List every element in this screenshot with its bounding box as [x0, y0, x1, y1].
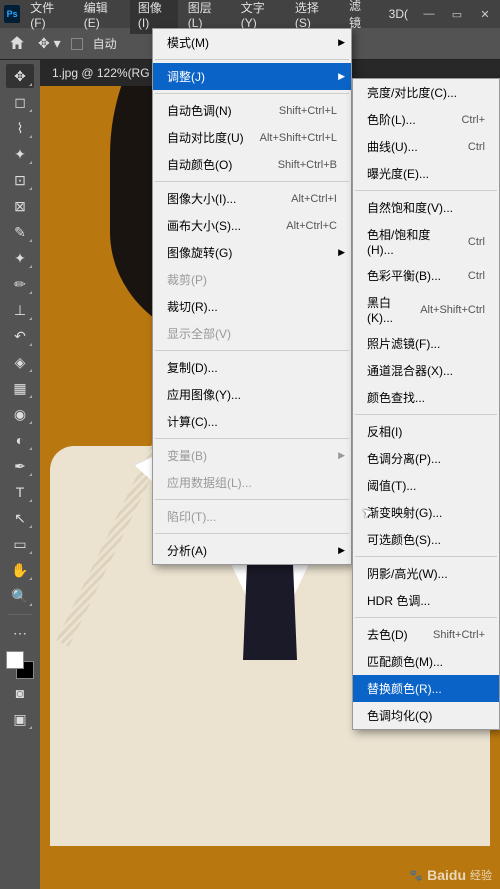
menu-calculations[interactable]: 计算(C)...: [153, 408, 351, 435]
auto-checkbox[interactable]: [71, 38, 83, 50]
menu-color-balance[interactable]: 色彩平衡(B)...Ctrl: [353, 262, 499, 289]
menu-gradient-map[interactable]: 渐变映射(G)...: [353, 499, 499, 526]
history-brush-tool[interactable]: ↶: [6, 324, 34, 348]
blur-tool[interactable]: ◉: [6, 402, 34, 426]
tab-label[interactable]: 1.jpg @ 122%(RG: [52, 66, 150, 80]
color-swatches[interactable]: [6, 651, 34, 679]
menu-invert[interactable]: 反相(I): [353, 418, 499, 445]
menu-curves[interactable]: 曲线(U)...Ctrl: [353, 133, 499, 160]
app-logo: Ps: [4, 5, 20, 23]
type-tool[interactable]: T: [6, 480, 34, 504]
auto-label: 自动: [93, 35, 117, 52]
menu-hdr-toning[interactable]: HDR 色调...: [353, 587, 499, 614]
menu-analysis[interactable]: 分析(A)▶: [153, 537, 351, 564]
menu-auto-color[interactable]: 自动颜色(O)Shift+Ctrl+B: [153, 151, 351, 178]
fg-color-swatch[interactable]: [6, 651, 24, 669]
frame-tool[interactable]: ⊠: [6, 194, 34, 218]
menu-duplicate[interactable]: 复制(D)...: [153, 354, 351, 381]
path-tool[interactable]: ↖: [6, 506, 34, 530]
menu-adjustments[interactable]: 调整(J)▶: [153, 63, 351, 90]
menu-apply-dataset: 应用数据组(L)...: [153, 469, 351, 496]
crop-tool[interactable]: ⊡: [6, 168, 34, 192]
menu-trap: 陷印(T)...: [153, 503, 351, 530]
home-icon[interactable]: [8, 34, 28, 54]
eyedropper-tool[interactable]: ✎: [6, 220, 34, 244]
menu-channel-mixer[interactable]: 通道混合器(X)...: [353, 357, 499, 384]
menu-black-white[interactable]: 黑白(K)...Alt+Shift+Ctrl: [353, 289, 499, 330]
lasso-tool[interactable]: ⌇: [6, 116, 34, 140]
menu-brightness[interactable]: 亮度/对比度(C)...: [353, 79, 499, 106]
minimize-icon[interactable]: —: [418, 7, 440, 21]
magic-wand-tool[interactable]: ✦: [6, 142, 34, 166]
dodge-tool[interactable]: ◐: [6, 428, 34, 452]
menu-levels[interactable]: 色阶(L)...Ctrl+: [353, 106, 499, 133]
menu-equalize[interactable]: 色调均化(Q): [353, 702, 499, 729]
watermark-logo-icon: 🐾: [409, 869, 423, 882]
move-tool[interactable]: ✥: [6, 64, 34, 88]
quick-mask[interactable]: ◙: [6, 681, 34, 705]
move-tool-icon[interactable]: ✥ ▾: [38, 35, 61, 52]
menu-trim[interactable]: 裁切(R)...: [153, 293, 351, 320]
marquee-tool[interactable]: ◻: [6, 90, 34, 114]
watermark: 🐾 Baidu 经验: [409, 867, 492, 883]
eraser-tool[interactable]: ◈: [6, 350, 34, 374]
image-menu-dropdown: 模式(M)▶ 调整(J)▶ 自动色调(N)Shift+Ctrl+L 自动对比度(…: [152, 28, 352, 565]
gradient-tool[interactable]: ▦: [6, 376, 34, 400]
toolbox: ✥ ◻ ⌇ ✦ ⊡ ⊠ ✎ ✦ ✏ ⊥ ↶ ◈ ▦ ◉ ◐ ✒ T ↖ ▭ ✋ …: [0, 60, 40, 889]
adjustments-submenu: 亮度/对比度(C)... 色阶(L)...Ctrl+ 曲线(U)...Ctrl …: [352, 78, 500, 730]
menu-variables: 变量(B)▶: [153, 442, 351, 469]
menu-match-color[interactable]: 匹配颜色(M)...: [353, 648, 499, 675]
brush-tool[interactable]: ✏: [6, 272, 34, 296]
menu-posterize[interactable]: 色调分离(P)...: [353, 445, 499, 472]
menu-selective-color[interactable]: 可选颜色(S)...: [353, 526, 499, 553]
menu-crop: 裁剪(P): [153, 266, 351, 293]
menu-shadow-highlight[interactable]: 阴影/高光(W)...: [353, 560, 499, 587]
stamp-tool[interactable]: ⊥: [6, 298, 34, 322]
menu-3d[interactable]: 3D(: [381, 3, 416, 25]
menu-replace-color[interactable]: 替换颜色(R)...: [353, 675, 499, 702]
menu-canvas-size[interactable]: 画布大小(S)...Alt+Ctrl+C: [153, 212, 351, 239]
zoom-tool[interactable]: 🔍: [6, 584, 34, 608]
menu-auto-contrast[interactable]: 自动对比度(U)Alt+Shift+Ctrl+L: [153, 124, 351, 151]
menu-photo-filter[interactable]: 照片滤镜(F)...: [353, 330, 499, 357]
healing-tool[interactable]: ✦: [6, 246, 34, 270]
menu-auto-tone[interactable]: 自动色调(N)Shift+Ctrl+L: [153, 97, 351, 124]
menu-threshold[interactable]: 阈值(T)...: [353, 472, 499, 499]
hand-tool[interactable]: ✋: [6, 558, 34, 582]
menu-vibrance[interactable]: 自然饱和度(V)...: [353, 194, 499, 221]
menu-mode[interactable]: 模式(M)▶: [153, 29, 351, 56]
menu-exposure[interactable]: 曝光度(E)...: [353, 160, 499, 187]
close-icon[interactable]: ✕: [474, 7, 496, 21]
menu-file[interactable]: 文件(F): [22, 0, 74, 34]
menu-reveal-all: 显示全部(V): [153, 320, 351, 347]
pen-tool[interactable]: ✒: [6, 454, 34, 478]
menu-image-size[interactable]: 图像大小(I)...Alt+Ctrl+I: [153, 185, 351, 212]
title-bar: Ps 文件(F) 编辑(E) 图像(I) 图层(L) 文字(Y) 选择(S) 滤…: [0, 0, 500, 28]
shape-tool[interactable]: ▭: [6, 532, 34, 556]
screen-mode[interactable]: ▣: [6, 707, 34, 731]
menu-color-lookup[interactable]: 颜色查找...: [353, 384, 499, 411]
menu-desaturate[interactable]: 去色(D)Shift+Ctrl+: [353, 621, 499, 648]
menu-apply-image[interactable]: 应用图像(Y)...: [153, 381, 351, 408]
edit-toolbar[interactable]: ⋯: [6, 621, 34, 645]
maximize-icon[interactable]: ▭: [446, 7, 468, 21]
window-controls: — ▭ ✕: [418, 7, 496, 21]
menu-edit[interactable]: 编辑(E): [76, 0, 128, 34]
menu-hue-saturation[interactable]: 色相/饱和度(H)...Ctrl: [353, 221, 499, 262]
menu-image-rotation[interactable]: 图像旋转(G)▶: [153, 239, 351, 266]
